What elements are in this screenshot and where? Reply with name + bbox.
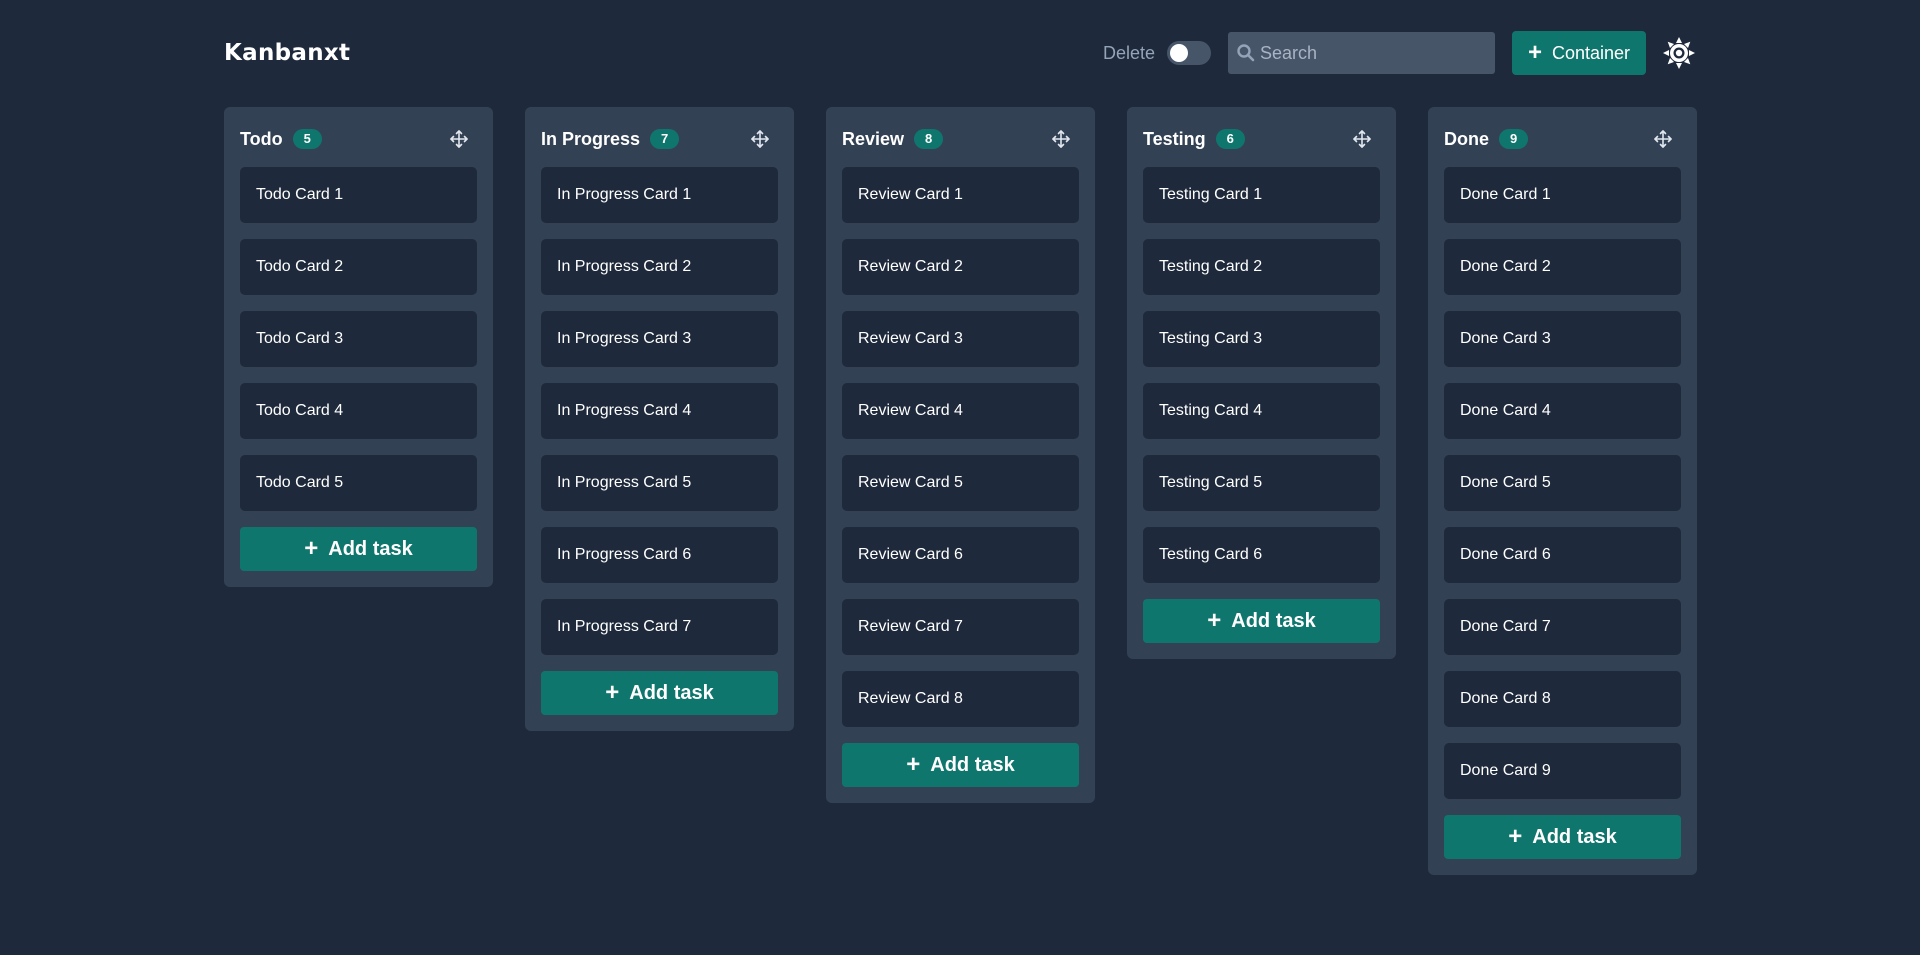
add-container-button[interactable]: + Container — [1512, 31, 1646, 75]
kanban-board: Todo 5 Todo Card 1 Todo Card 2 Todo Card 3 To… — [224, 107, 1697, 875]
column-done: Done 9 Done Card 1 Done Card 2 Done Card 3 Do… — [1428, 107, 1697, 875]
column-review: Review 8 Review Card 1 Review Card 2 Review … — [826, 107, 1095, 803]
task-card[interactable]: Done Card 1 — [1444, 167, 1681, 223]
plus-icon: + — [304, 535, 319, 562]
task-card[interactable]: Review Card 7 — [842, 599, 1079, 655]
delete-mode-toggle[interactable] — [1167, 41, 1211, 65]
toggle-knob — [1170, 44, 1188, 62]
app-title: Kanbanxt — [224, 40, 351, 66]
column-testing: Testing 6 Testing Card 1 Testing Card 2 Test… — [1127, 107, 1396, 659]
task-card[interactable]: Testing Card 6 — [1143, 527, 1380, 583]
column-todo: Todo 5 Todo Card 1 Todo Card 2 Todo Card 3 To… — [224, 107, 493, 587]
task-card[interactable]: Testing Card 2 — [1143, 239, 1380, 295]
add-task-button[interactable]: + Add task — [1143, 599, 1380, 643]
task-card[interactable]: Testing Card 1 — [1143, 167, 1380, 223]
task-card[interactable]: Testing Card 3 — [1143, 311, 1380, 367]
move-icon[interactable] — [1051, 129, 1071, 149]
column-in-progress: In Progress 7 In Progress Card 1 In Progres… — [525, 107, 794, 731]
task-card[interactable]: Todo Card 4 — [240, 383, 477, 439]
search-box[interactable] — [1228, 32, 1495, 74]
task-card[interactable]: Review Card 6 — [842, 527, 1079, 583]
add-task-button[interactable]: + Add task — [541, 671, 778, 715]
column-count-badge: 5 — [292, 129, 322, 149]
column-count-badge: 8 — [914, 129, 944, 149]
column-title: Done — [1444, 128, 1489, 149]
task-card[interactable]: Done Card 9 — [1444, 743, 1681, 799]
add-task-button[interactable]: + Add task — [842, 743, 1079, 787]
column-header: Todo 5 — [240, 123, 477, 155]
plus-icon: + — [906, 751, 921, 778]
move-icon[interactable] — [449, 129, 469, 149]
column-title: Todo — [240, 128, 283, 149]
add-task-label: Add task — [930, 753, 1015, 776]
task-card[interactable]: Done Card 4 — [1444, 383, 1681, 439]
task-card[interactable]: Testing Card 5 — [1143, 455, 1380, 511]
plus-icon: + — [605, 679, 620, 706]
search-input[interactable] — [1260, 33, 1495, 73]
move-icon[interactable] — [1653, 129, 1673, 149]
task-card[interactable]: Review Card 3 — [842, 311, 1079, 367]
column-count-badge: 7 — [650, 129, 680, 149]
task-card[interactable]: Todo Card 1 — [240, 167, 477, 223]
task-card[interactable]: Done Card 8 — [1444, 671, 1681, 727]
task-card[interactable]: In Progress Card 4 — [541, 383, 778, 439]
app-header: Kanbanxt Delete + Container — [224, 30, 1696, 76]
task-card[interactable]: Done Card 3 — [1444, 311, 1681, 367]
column-header: Testing 6 — [1143, 123, 1380, 155]
add-task-button[interactable]: + Add task — [240, 527, 477, 571]
delete-mode-label: Delete — [1102, 42, 1155, 63]
add-task-label: Add task — [629, 681, 714, 704]
task-card[interactable]: Review Card 2 — [842, 239, 1079, 295]
column-header: Review 8 — [842, 123, 1079, 155]
column-title: In Progress — [541, 128, 641, 149]
add-task-label: Add task — [328, 537, 413, 560]
task-card[interactable]: Testing Card 4 — [1143, 383, 1380, 439]
task-card[interactable]: In Progress Card 5 — [541, 455, 778, 511]
sun-icon[interactable] — [1662, 36, 1696, 70]
column-count-badge: 6 — [1215, 129, 1245, 149]
task-card[interactable]: Review Card 5 — [842, 455, 1079, 511]
task-card[interactable]: Done Card 6 — [1444, 527, 1681, 583]
column-title: Review — [842, 128, 905, 149]
task-card[interactable]: In Progress Card 3 — [541, 311, 778, 367]
plus-icon: + — [1508, 823, 1523, 850]
header-controls: Delete + Container — [1103, 30, 1696, 76]
task-card[interactable]: In Progress Card 6 — [541, 527, 778, 583]
move-icon[interactable] — [750, 129, 770, 149]
column-header: Done 9 — [1444, 123, 1681, 155]
add-task-label: Add task — [1532, 825, 1617, 848]
task-card[interactable]: Review Card 1 — [842, 167, 1079, 223]
plus-icon: + — [1207, 607, 1222, 634]
add-task-label: Add task — [1231, 609, 1316, 632]
task-card[interactable]: In Progress Card 2 — [541, 239, 778, 295]
column-title: Testing — [1143, 128, 1206, 149]
task-card[interactable]: In Progress Card 1 — [541, 167, 778, 223]
task-card[interactable]: Todo Card 5 — [240, 455, 477, 511]
task-card[interactable]: Done Card 2 — [1444, 239, 1681, 295]
task-card[interactable]: Review Card 8 — [842, 671, 1079, 727]
add-container-label: Container — [1551, 42, 1631, 63]
task-card[interactable]: Done Card 5 — [1444, 455, 1681, 511]
task-card[interactable]: Todo Card 2 — [240, 239, 477, 295]
task-card[interactable]: Review Card 4 — [842, 383, 1079, 439]
move-icon[interactable] — [1352, 129, 1372, 149]
task-card[interactable]: Done Card 7 — [1444, 599, 1681, 655]
task-card[interactable]: Todo Card 3 — [240, 311, 477, 367]
plus-icon: + — [1527, 39, 1542, 66]
task-card[interactable]: In Progress Card 7 — [541, 599, 778, 655]
column-count-badge: 9 — [1499, 129, 1529, 149]
search-icon — [1237, 44, 1255, 62]
column-header: In Progress 7 — [541, 123, 778, 155]
add-task-button[interactable]: + Add task — [1444, 815, 1681, 859]
